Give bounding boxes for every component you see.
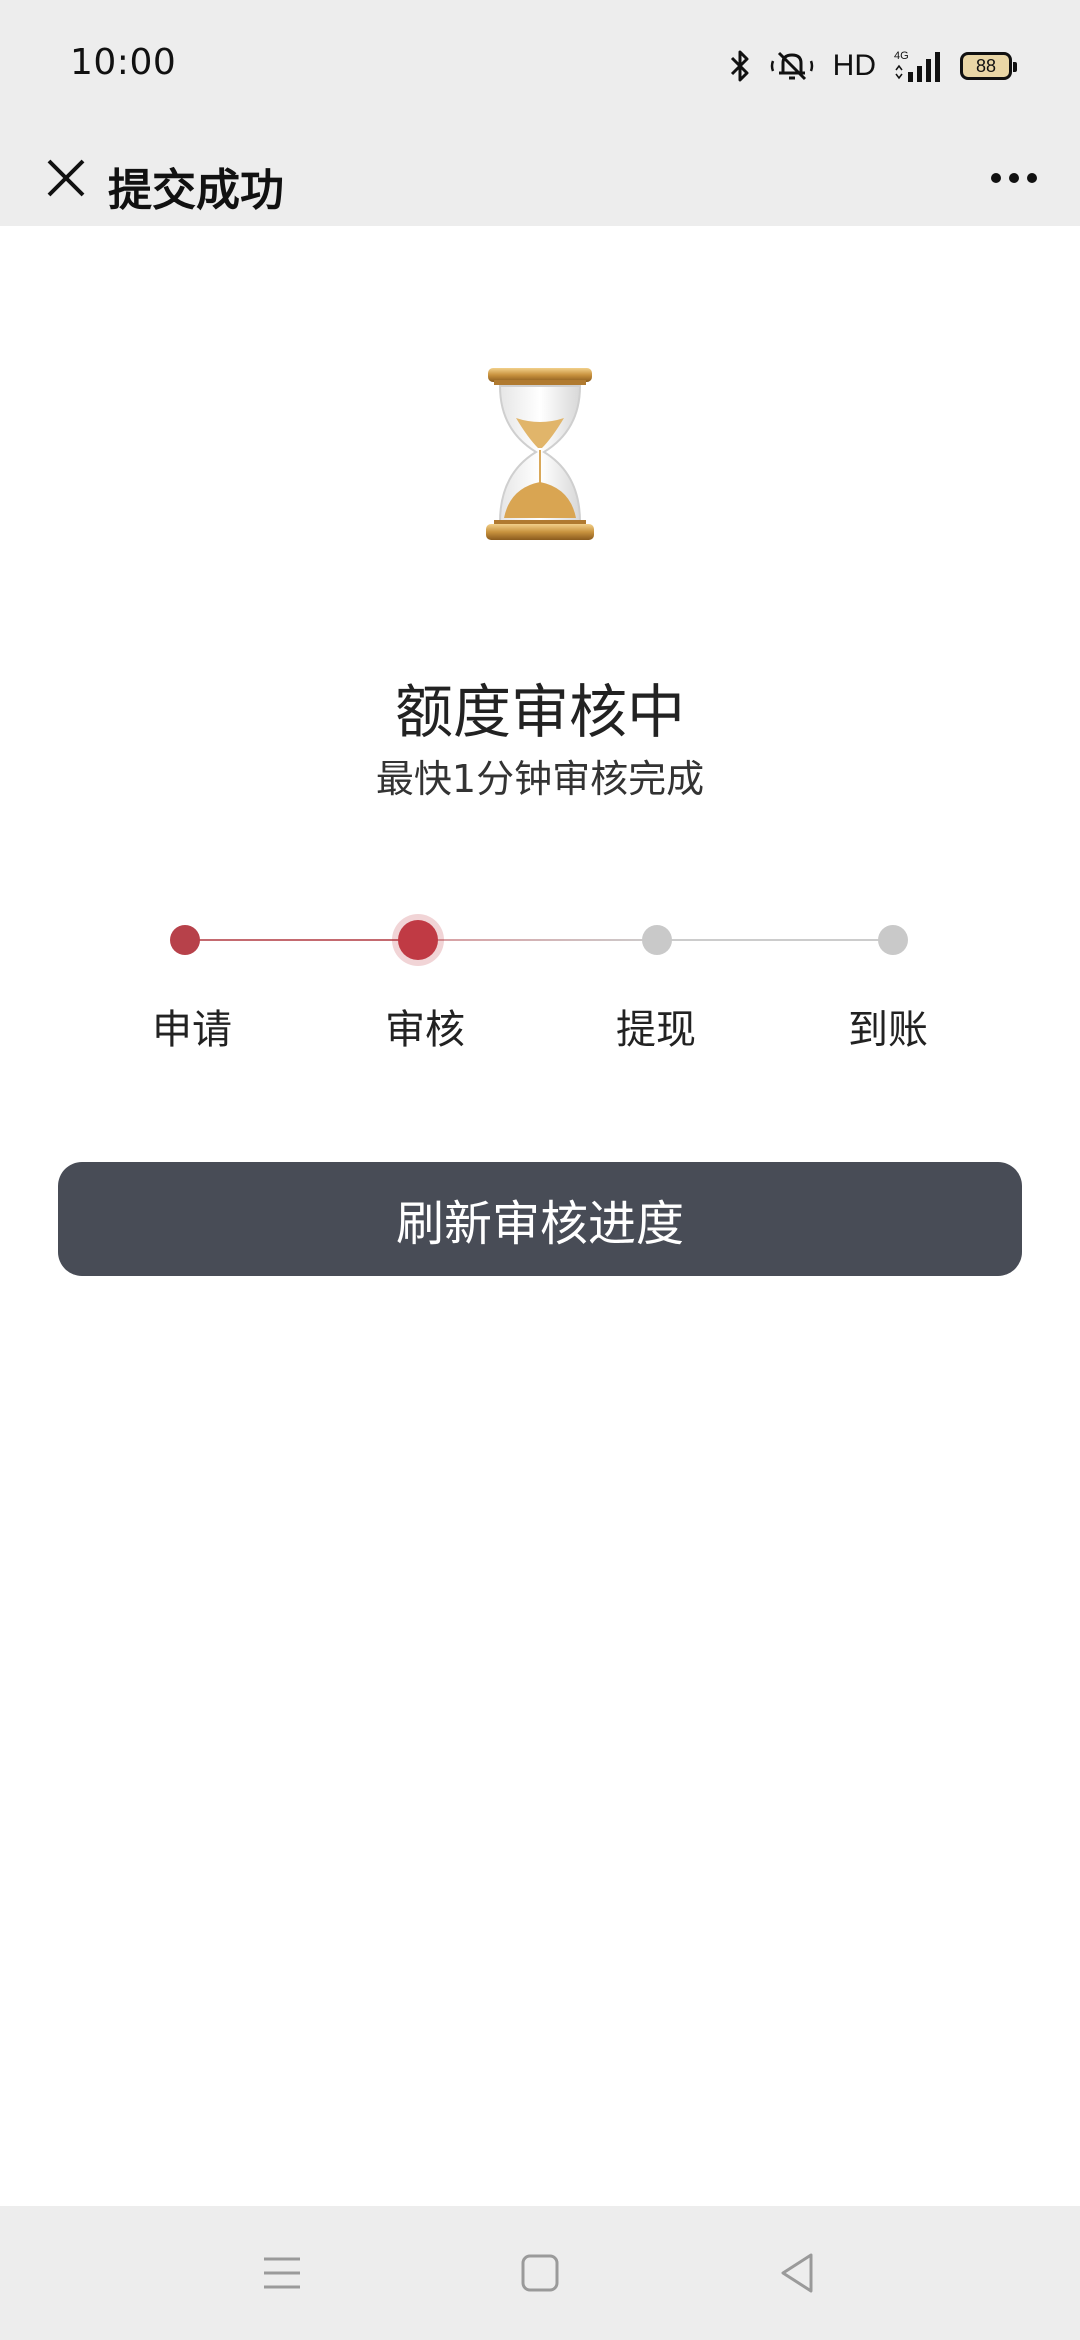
step-dot-review [398,920,438,960]
step-label-arrival: 到账 [848,1007,928,1053]
battery-level: 88 [975,55,997,76]
battery-icon: 88 [960,52,1017,80]
more-icon [991,173,1001,183]
network-type: 4G [894,50,909,62]
step-dot-arrival [878,925,908,955]
hourglass-icon [480,360,600,550]
progress-line-done [185,939,418,941]
status-bar: 10:00 HD 4G 88 [0,0,1080,130]
bluetooth-icon [729,49,751,83]
menu-icon [264,2257,300,2289]
navigation-bar [0,2206,1080,2340]
network-label: HD [832,49,876,82]
page-title: 提交成功 [108,165,284,216]
refresh-progress-button[interactable]: 刷新审核进度 [58,1162,1022,1276]
status-subtext: 最快1分钟审核完成 [375,757,705,801]
more-button[interactable] [974,138,1054,218]
step-dot-apply [170,925,200,955]
step-label-review: 审核 [385,1007,465,1053]
close-icon [47,159,85,197]
progress-steps: 申请 审核 提现 到账 [0,900,1080,1060]
progress-line-pending [658,939,893,941]
signal-icon: 4G [894,48,942,84]
mute-icon [769,49,815,83]
status-icons: HD 4G 88 [729,44,1017,88]
home-icon [521,2254,559,2292]
step-label-apply: 申请 [152,1007,232,1053]
title-bar: 提交成功 [0,130,1080,226]
close-button[interactable] [26,138,106,218]
status-time: 10:00 [70,42,177,83]
status-heading: 额度审核中 [394,678,685,746]
step-label-withdraw: 提现 [616,1007,696,1053]
step-dot-withdraw [642,925,672,955]
nav-menu-button[interactable] [237,2228,327,2318]
nav-home-button[interactable] [495,2228,585,2318]
back-icon [781,2253,813,2293]
nav-back-button[interactable] [752,2228,842,2318]
progress-line-current [418,939,658,941]
